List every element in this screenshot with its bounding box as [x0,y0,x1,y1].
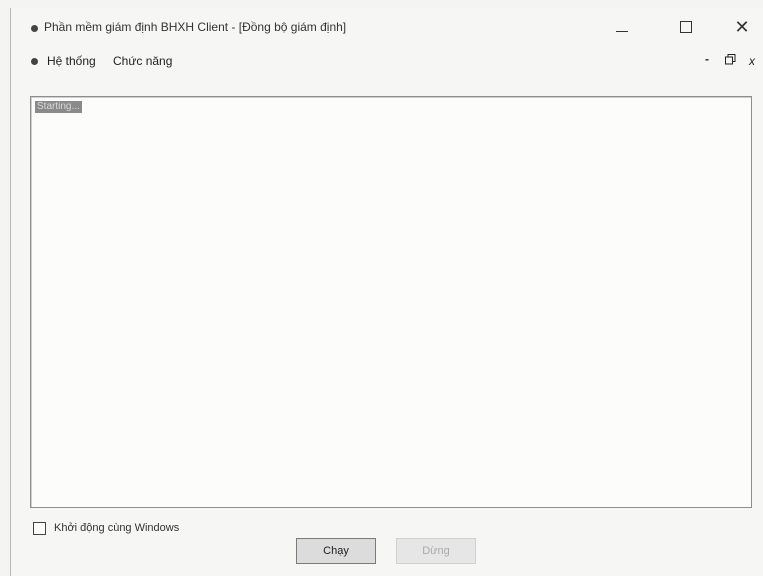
window-title: Phần mềm giám định BHXH Client - [Đồng b… [44,20,347,34]
stop-button[interactable]: Dừng [396,538,476,564]
app-icon [31,25,38,32]
close-icon: ✕ [734,16,750,37]
maximize-icon [680,21,692,33]
close-button[interactable]: ✕ [727,12,757,42]
title-bar: Phần mềm giám định BHXH Client - [Đồng b… [11,8,763,48]
menu-item-chuc-nang[interactable]: Chức năng [113,54,172,68]
startup-label: Khởi động cùng Windows [54,522,180,534]
mdi-child-icon [31,58,38,65]
maximize-button[interactable] [671,12,701,42]
menu-bar: Hệ thống Chức năng - x [11,48,763,76]
mdi-minimize-button[interactable]: - [705,52,709,66]
log-text: Starting... [35,101,82,113]
startup-checkbox[interactable] [33,521,46,535]
menu-item-he-thong[interactable]: Hệ thống [47,54,96,68]
log-textbox[interactable]: Starting... [30,96,752,508]
mdi-close-button[interactable]: x [749,54,755,68]
restore-icon [725,54,736,65]
mdi-restore-button[interactable] [725,54,736,68]
minimize-icon [616,30,628,32]
app-window: Phần mềm giám định BHXH Client - [Đồng b… [10,8,763,576]
minimize-button[interactable] [607,12,637,42]
startup-option[interactable]: Khởi động cùng Windows [33,520,179,536]
run-button[interactable]: Chạy [296,538,376,564]
